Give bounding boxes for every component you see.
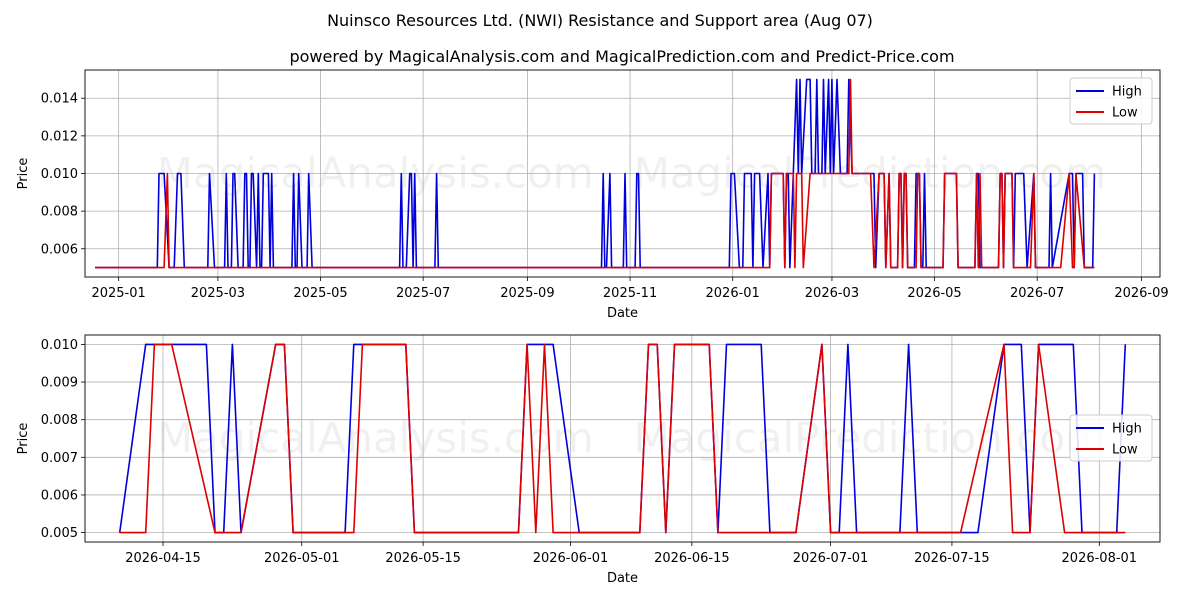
y-tick-label: 0.005	[41, 526, 78, 541]
x-tick-label: 2026-01	[706, 286, 760, 301]
legend: High Low	[1069, 77, 1153, 125]
watermark-text: MagicalAnalysis.com	[157, 414, 594, 463]
y-axis-label: Price	[16, 158, 31, 190]
chart-subtitle: powered by MagicalAnalysis.com and Magic…	[289, 47, 954, 66]
legend: High Low	[1069, 414, 1153, 462]
y-tick-label: 0.014	[41, 92, 78, 107]
y-tick-label: 0.006	[41, 242, 78, 257]
x-axis-label: Date	[607, 571, 638, 586]
x-tick-label: 2025-11	[603, 286, 657, 301]
x-tick-label: 2026-09	[1114, 286, 1168, 301]
x-tick-label: 2026-07	[1010, 286, 1064, 301]
y-tick-label: 0.006	[41, 488, 78, 503]
legend-label-low: Low	[1112, 443, 1138, 458]
figure: Nuinsco Resources Ltd. (NWI) Resistance …	[16, 11, 1169, 586]
legend-label-high: High	[1112, 422, 1142, 437]
x-tick-label: 2026-03	[805, 286, 859, 301]
x-tick-label: 2025-05	[293, 286, 347, 301]
y-tick-label: 0.009	[41, 376, 78, 391]
legend-label-low: Low	[1112, 106, 1138, 121]
y-axis-label: Price	[16, 423, 31, 455]
x-tick-label: 2026-05	[907, 286, 961, 301]
x-tick-label: 2025-03	[191, 286, 245, 301]
x-tick-label: 2025-01	[91, 286, 145, 301]
y-tick-label: 0.010	[41, 338, 78, 353]
y-tick-label: 0.008	[41, 413, 78, 428]
legend-label-high: High	[1112, 85, 1142, 100]
chart-panel-1: MagicalAnalysis.com MagicalPrediction.com…	[16, 69, 1169, 321]
x-tick-label: 2025-07	[396, 286, 450, 301]
x-axis-label: Date	[607, 306, 638, 321]
x-tick-label: 2025-09	[500, 286, 554, 301]
watermark-text: MagicalAnalysis.com	[157, 149, 594, 198]
y-tick-label: 0.007	[41, 451, 78, 466]
y-tick-label: 0.010	[41, 167, 78, 182]
y-tick-label: 0.012	[41, 129, 78, 144]
x-tick-label: 2026-07-15	[914, 551, 990, 566]
chart-panel-2: MagicalAnalysis.com MagicalPrediction.com…	[16, 334, 1161, 586]
x-tick-label: 2026-06-15	[654, 551, 730, 566]
x-tick-label: 2026-05-15	[385, 551, 461, 566]
x-tick-label: 2026-04-15	[125, 551, 201, 566]
panels: MagicalAnalysis.com MagicalPrediction.com…	[16, 69, 1169, 586]
x-tick-label: 2026-07-01	[793, 551, 869, 566]
x-tick-label: 2026-06-01	[533, 551, 609, 566]
x-tick-label: 2026-05-01	[264, 551, 340, 566]
y-tick-label: 0.008	[41, 205, 78, 220]
x-tick-label: 2026-08-01	[1062, 551, 1138, 566]
chart-title: Nuinsco Resources Ltd. (NWI) Resistance …	[327, 11, 873, 30]
